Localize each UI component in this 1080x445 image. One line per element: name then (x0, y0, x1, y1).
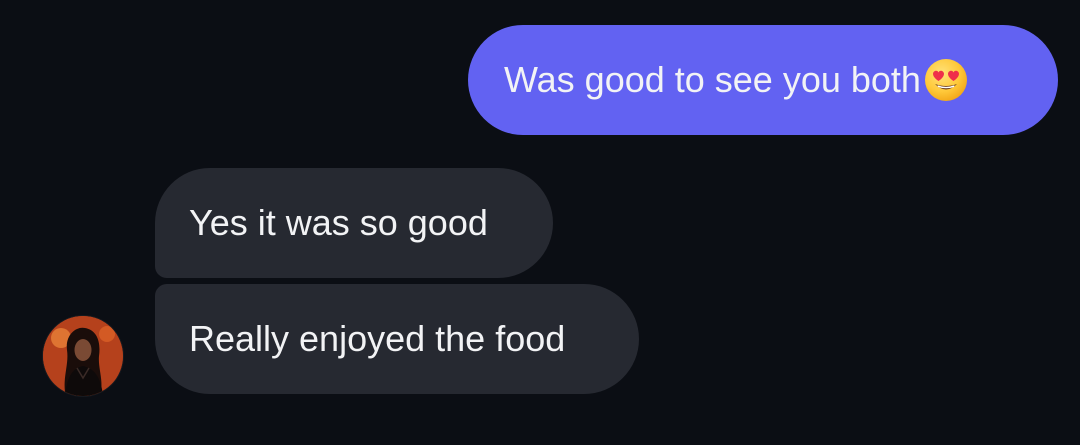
message-thread: Was good to see you both Yes it was so g… (0, 0, 1080, 445)
received-message-bubble[interactable]: Really enjoyed the food (155, 284, 639, 394)
contact-avatar[interactable] (43, 316, 123, 396)
message-text: Really enjoyed the food (189, 318, 566, 359)
contact-avatar-photo (43, 316, 123, 396)
message-text: Was good to see you both (504, 59, 921, 100)
message-text: Yes it was so good (189, 202, 488, 243)
smiling-face-with-heart-eyes-icon (924, 59, 967, 101)
received-message-bubble[interactable]: Yes it was so good (155, 168, 553, 278)
sent-message-bubble[interactable]: Was good to see you both (468, 25, 1058, 135)
